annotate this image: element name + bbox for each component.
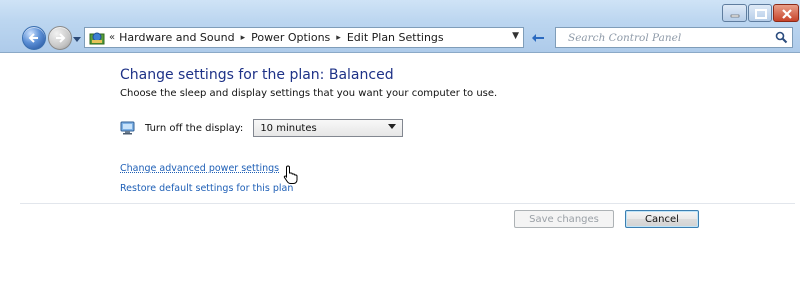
close-button[interactable]	[773, 4, 799, 22]
search-input[interactable]	[566, 28, 770, 47]
explorer-chrome: « Hardware and Sound ▸ Power Options ▸ E…	[0, 0, 800, 53]
search-icon[interactable]	[775, 31, 788, 44]
divider	[20, 203, 795, 204]
display-label: Turn off the display:	[145, 122, 244, 134]
display-timeout-select[interactable]: 10 minutes	[253, 119, 404, 137]
restore-defaults-link[interactable]: Restore default settings for this plan	[120, 183, 293, 194]
recent-pages-dropdown-icon[interactable]	[73, 35, 81, 43]
back-button[interactable]	[22, 26, 46, 50]
main-content: Change settings for the plan: Balanced C…	[0, 53, 800, 287]
refresh-icon	[532, 33, 544, 42]
display-setting-row: Turn off the display: 10 minutes	[120, 117, 404, 139]
minimize-button[interactable]	[722, 4, 747, 22]
forward-arrow-icon	[56, 33, 66, 43]
breadcrumb-separator-icon[interactable]: ▸	[241, 33, 246, 43]
forward-button[interactable]	[48, 26, 72, 50]
refresh-button[interactable]	[528, 27, 548, 48]
advanced-power-settings-link[interactable]: Change advanced power settings	[120, 163, 279, 174]
breadcrumb-overflow[interactable]: «	[109, 32, 115, 43]
maximize-button[interactable]	[748, 4, 772, 22]
search-box[interactable]	[555, 27, 793, 48]
display-timeout-value: 10 minutes	[260, 122, 317, 134]
address-dropdown-icon[interactable]: ▼	[512, 31, 519, 41]
save-changes-button[interactable]: Save changes	[514, 210, 614, 228]
breadcrumb-hardware-and-sound[interactable]: Hardware and Sound	[119, 31, 234, 44]
minimize-icon	[730, 14, 740, 18]
page-subtitle: Choose the sleep and display settings th…	[120, 88, 498, 99]
maximize-icon	[755, 9, 767, 19]
chevron-down-icon	[388, 124, 397, 129]
breadcrumb-separator-icon[interactable]: ▸	[336, 33, 341, 43]
control-panel-window: « Hardware and Sound ▸ Power Options ▸ E…	[0, 0, 800, 287]
control-panel-icon	[89, 32, 105, 44]
close-icon	[782, 9, 792, 19]
cancel-button[interactable]: Cancel	[625, 210, 699, 228]
page-title: Change settings for the plan: Balanced	[120, 67, 394, 83]
monitor-icon	[120, 121, 135, 135]
hand-cursor-icon	[283, 165, 298, 184]
address-bar[interactable]: « Hardware and Sound ▸ Power Options ▸ E…	[84, 27, 524, 48]
breadcrumb-edit-plan-settings[interactable]: Edit Plan Settings	[347, 31, 444, 44]
breadcrumb-power-options[interactable]: Power Options	[251, 31, 330, 44]
back-arrow-icon	[28, 33, 38, 43]
